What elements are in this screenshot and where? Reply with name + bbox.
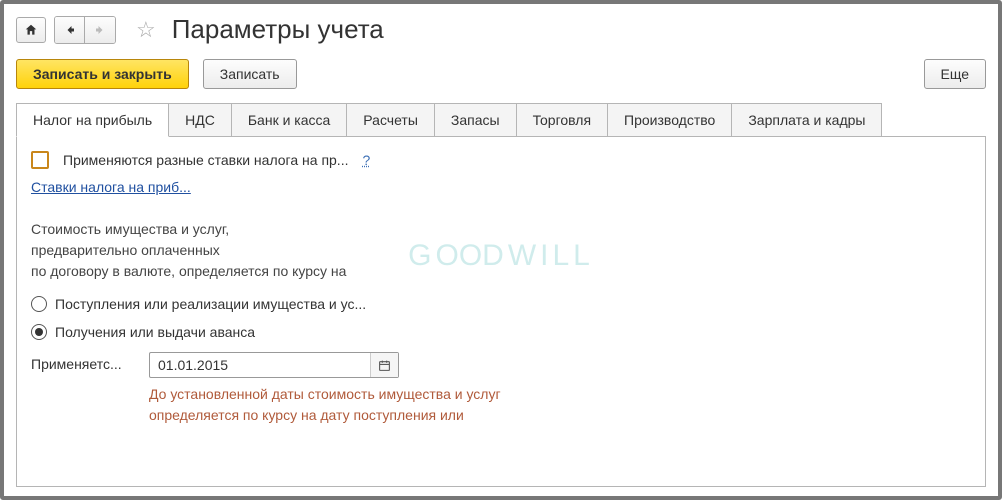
tab-trade[interactable]: Торговля xyxy=(516,103,608,137)
save-button[interactable]: Записать xyxy=(203,59,297,89)
tax-rates-link[interactable]: Ставки налога на приб... xyxy=(31,179,191,195)
nav-group xyxy=(54,16,116,44)
applies-from-input[interactable] xyxy=(150,357,370,373)
tab-settlements[interactable]: Расчеты xyxy=(346,103,435,137)
tab-inventory[interactable]: Запасы xyxy=(434,103,517,137)
tab-vat[interactable]: НДС xyxy=(168,103,232,137)
different-rates-checkbox[interactable] xyxy=(31,151,49,169)
tab-salary-hr[interactable]: Зарплата и кадры xyxy=(731,103,882,137)
radio-icon xyxy=(31,324,47,340)
radio-receipt-sale[interactable]: Поступления или реализации имущества и у… xyxy=(31,296,971,312)
favorite-star-icon[interactable]: ☆ xyxy=(136,17,156,43)
radio-label: Поступления или реализации имущества и у… xyxy=(55,296,366,312)
date-hint-text: До установленной даты стоимость имуществ… xyxy=(149,384,501,426)
calendar-button[interactable] xyxy=(370,353,398,377)
save-and-close-button[interactable]: Записать и закрыть xyxy=(16,59,189,89)
radio-label: Получения или выдачи аванса xyxy=(55,324,255,340)
tab-profit-tax[interactable]: Налог на прибыль xyxy=(16,103,169,137)
home-button[interactable] xyxy=(16,17,46,43)
tabs-bar: Налог на прибыль НДС Банк и касса Расчет… xyxy=(16,103,986,137)
help-icon[interactable]: ? xyxy=(362,152,370,168)
radio-icon xyxy=(31,296,47,312)
different-rates-label: Применяются разные ставки налога на пр..… xyxy=(63,152,348,168)
page-title: Параметры учета xyxy=(172,14,384,45)
radio-advance[interactable]: Получения или выдачи аванса xyxy=(31,324,971,340)
tab-panel: Применяются разные ставки налога на пр..… xyxy=(16,136,986,487)
tab-bank-cash[interactable]: Банк и касса xyxy=(231,103,347,137)
currency-info-text: Стоимость имущества и услуг, предварител… xyxy=(31,219,971,282)
back-button[interactable] xyxy=(55,17,85,43)
applies-from-label: Применяетс... xyxy=(31,352,141,372)
more-button[interactable]: Еще xyxy=(924,59,987,89)
applies-from-field xyxy=(149,352,399,378)
forward-button[interactable] xyxy=(85,17,115,43)
tab-production[interactable]: Производство xyxy=(607,103,732,137)
